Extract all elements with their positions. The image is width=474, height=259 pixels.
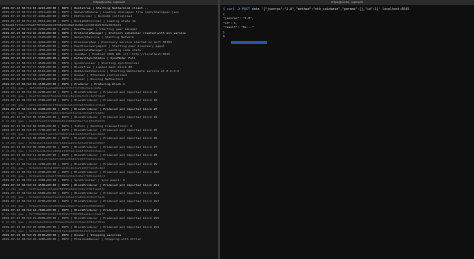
log-line: 2019-07-13 04:52:22.1200+00:00 | INFO | … — [2, 237, 142, 242]
terminal-title-right: hdps@node: /opt/ant — [220, 0, 474, 5]
text-selection-highlight — [231, 41, 267, 44]
terminal-pane-left[interactable]: hdps@node: /opt/ant 2019-07-13 04:51:15.… — [0, 0, 218, 259]
command-name: curl -X POST — [226, 7, 250, 11]
terminal-pane-right[interactable]: hdps@node: /opt/ant $ curl -X POST data … — [220, 0, 474, 259]
response-line: $ — [223, 34, 225, 39]
prompt-symbol: $ — [223, 7, 225, 11]
terminal-output-left: 2019-07-13 04:51:15.4221+00:00 | INFO | … — [0, 5, 218, 241]
json-response: { "jsonrpc": "2.0", "id": 1, "result": "… — [223, 12, 474, 38]
command-arguments: data '{"jsonrpc":"2.0","method":"eth_coi… — [251, 7, 410, 11]
